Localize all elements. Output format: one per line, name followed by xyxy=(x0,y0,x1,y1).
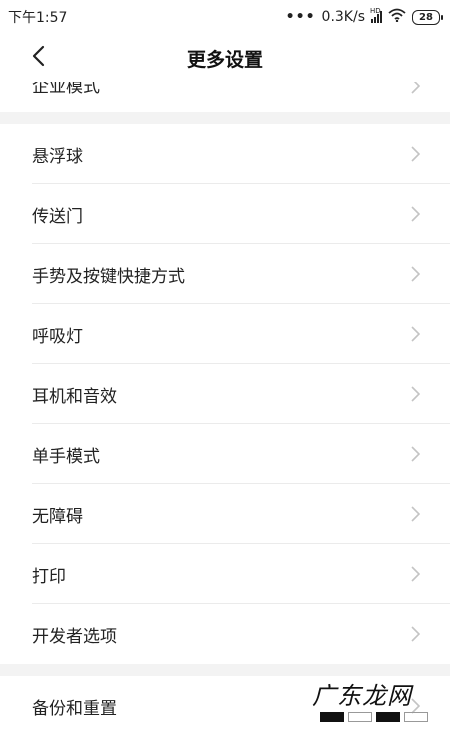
chevron-right-icon xyxy=(411,326,420,342)
settings-list: 企业模式 悬浮球 传送门 手势及按键快捷方式 呼吸灯 耳机和音效 单手模式 无障… xyxy=(0,82,450,736)
section-divider xyxy=(0,112,450,124)
list-item-developer-options[interactable]: 开发者选项 xyxy=(0,604,450,664)
navigation-bar: 更多设置 xyxy=(0,34,450,82)
list-item-breathing-light[interactable]: 呼吸灯 xyxy=(0,304,450,364)
status-icons: ••• 0.3K/s HD 28 xyxy=(285,7,443,26)
list-item-label: 开发者选项 xyxy=(32,626,117,647)
list-item-enterprise-mode[interactable]: 企业模式 xyxy=(0,82,450,112)
page-title: 更多设置 xyxy=(186,48,263,71)
list-item-floating-ball[interactable]: 悬浮球 xyxy=(0,124,450,184)
list-item-gesture-shortcuts[interactable]: 手势及按键快捷方式 xyxy=(0,244,450,304)
network-speed: 0.3K/s xyxy=(321,9,365,25)
list-item-headphones-audio[interactable]: 耳机和音效 xyxy=(0,364,450,424)
section-divider xyxy=(0,664,450,676)
chevron-right-icon xyxy=(411,446,420,462)
list-item-label: 悬浮球 xyxy=(32,146,83,167)
signal-hd-label: HD xyxy=(370,7,381,15)
list-item-label: 耳机和音效 xyxy=(32,386,117,407)
battery-icon: 28 xyxy=(412,9,443,25)
list-item-print[interactable]: 打印 xyxy=(0,544,450,604)
wifi-icon xyxy=(388,8,406,26)
list-item-label: 单手模式 xyxy=(32,446,100,467)
list-item-label: 传送门 xyxy=(32,206,83,227)
signal-icon: HD xyxy=(370,7,382,23)
list-item-label: 企业模式 xyxy=(32,82,100,97)
list-item-portal[interactable]: 传送门 xyxy=(0,184,450,244)
battery-level: 28 xyxy=(419,11,433,23)
watermark-text: 广东龙网 xyxy=(312,682,412,710)
chevron-right-icon xyxy=(411,206,420,222)
chevron-left-icon xyxy=(31,45,45,71)
list-item-label: 无障碍 xyxy=(32,506,83,527)
chevron-right-icon xyxy=(411,506,420,522)
back-button[interactable] xyxy=(22,42,54,74)
status-time: 下午1:57 xyxy=(8,10,68,26)
chevron-right-icon xyxy=(411,266,420,282)
list-item-label: 手势及按键快捷方式 xyxy=(32,266,185,287)
watermark-decoration xyxy=(320,712,428,722)
chevron-right-icon xyxy=(411,82,420,94)
chevron-right-icon xyxy=(411,566,420,582)
chevron-right-icon xyxy=(411,626,420,642)
chevron-right-icon xyxy=(411,386,420,402)
list-item-accessibility[interactable]: 无障碍 xyxy=(0,484,450,544)
list-item-label: 呼吸灯 xyxy=(32,326,83,347)
more-dots-icon: ••• xyxy=(285,9,316,25)
status-bar: 下午1:57 ••• 0.3K/s HD 28 xyxy=(0,0,450,34)
list-item-label: 打印 xyxy=(32,566,66,587)
chevron-right-icon xyxy=(411,146,420,162)
list-item-one-handed-mode[interactable]: 单手模式 xyxy=(0,424,450,484)
list-item-label: 备份和重置 xyxy=(32,698,117,719)
